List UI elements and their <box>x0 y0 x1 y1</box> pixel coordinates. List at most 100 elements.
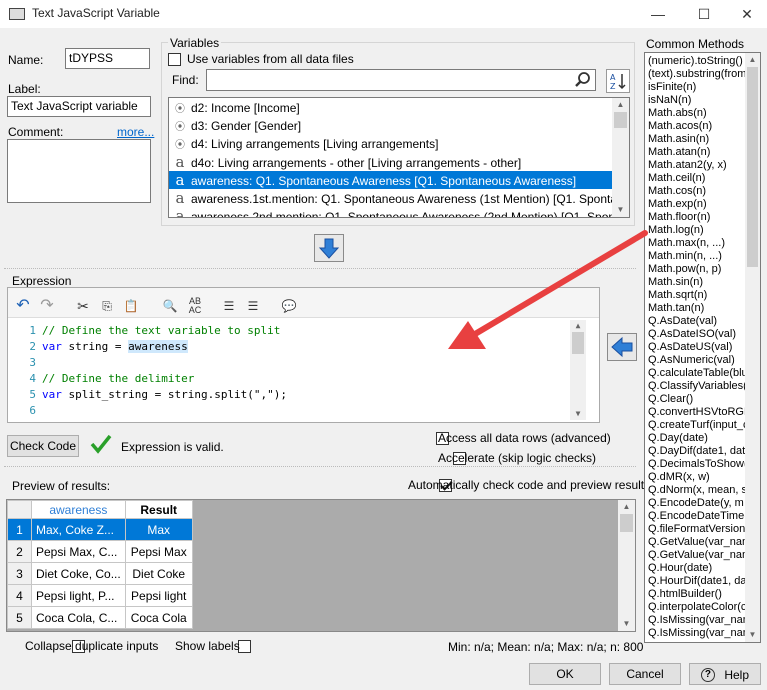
awareness-cell[interactable]: Pepsi light, P... <box>31 584 126 607</box>
table-row[interactable]: 1 Max, Coke Z... Max <box>7 518 193 541</box>
method-item[interactable]: Q.interpolateColor(co <box>645 601 745 614</box>
methods-scrollbar[interactable]: ▲ ▼ <box>745 53 760 642</box>
indent-icon[interactable]: ☰ <box>220 297 238 315</box>
method-item[interactable]: Q.GetValue(var_nam <box>645 549 745 562</box>
table-row[interactable]: 3 Diet Coke, Co... Diet Coke <box>7 562 193 585</box>
awareness-cell[interactable]: Pepsi Max, C... <box>31 540 126 563</box>
method-item[interactable]: Q.Day(date) <box>645 432 745 445</box>
row-number[interactable]: 1 <box>7 518 32 541</box>
maximize-button[interactable]: ☐ <box>684 2 724 26</box>
method-item[interactable]: Math.ceil(n) <box>645 172 745 185</box>
help-button[interactable]: ? Help <box>689 663 761 685</box>
outdent-icon[interactable]: ☰ <box>244 297 262 315</box>
variable-item[interactable]: a awareness.1st.mention: Q1. Spontaneous … <box>169 189 613 207</box>
table-row[interactable]: 4 Pepsi light, P... Pepsi light <box>7 584 193 607</box>
preview-grid[interactable]: awareness Result 1 Max, Coke Z... Max 2 Peps… <box>6 499 636 632</box>
method-item[interactable]: isNaN(n) <box>645 94 745 107</box>
method-item[interactable]: Q.dNorm(x, mean, sd <box>645 484 745 497</box>
more-link[interactable]: more... <box>117 125 154 139</box>
find-icon[interactable]: 🔍 <box>160 297 180 315</box>
label-input[interactable]: Text JavaScript variable <box>7 96 151 117</box>
table-row[interactable]: 5 Coca Cola, C... Coca Cola <box>7 606 193 629</box>
method-item[interactable]: Q.htmlBuilder() <box>645 588 745 601</box>
variable-item[interactable]: ⦿ d3: Gender [Gender] <box>169 117 613 135</box>
column-header[interactable]: Result <box>124 500 193 519</box>
awareness-cell[interactable]: Diet Coke, Co... <box>31 562 126 585</box>
copy-icon[interactable]: ⎘ <box>98 297 116 315</box>
result-cell[interactable]: Max <box>124 518 193 541</box>
code-line[interactable]: 4 // Define the delimiter <box>8 371 599 387</box>
method-item[interactable]: Q.AsDate(val) <box>645 315 745 328</box>
method-item[interactable]: Q.IsMissing(var_nam <box>645 627 745 640</box>
method-item[interactable]: isFinite(n) <box>645 81 745 94</box>
method-item[interactable]: Math.pow(n, p) <box>645 263 745 276</box>
method-item[interactable]: Q.IsMissing(var_nam <box>645 614 745 627</box>
method-item[interactable]: Q.GetValue(var_nam <box>645 536 745 549</box>
method-item[interactable]: (numeric).toString() <box>645 55 745 68</box>
find-input[interactable] <box>206 69 596 91</box>
code-line[interactable]: 5 var split_string = string.split(","); <box>8 387 599 403</box>
method-item[interactable]: Math.min(n, ...) <box>645 250 745 263</box>
replace-icon[interactable]: AB AC <box>184 297 206 315</box>
method-item[interactable]: Q.Clear() <box>645 393 745 406</box>
use-all-files-checkbox[interactable] <box>168 53 181 67</box>
method-item[interactable]: Q.dMR(x, w) <box>645 471 745 484</box>
row-number[interactable]: 2 <box>7 540 32 563</box>
close-button[interactable]: ✕ <box>727 2 767 26</box>
row-number[interactable]: 4 <box>7 584 32 607</box>
result-cell[interactable]: Pepsi Max <box>124 540 193 563</box>
method-item[interactable]: Math.acos(n) <box>645 120 745 133</box>
method-item[interactable]: Q.EncodeDateTime( <box>645 510 745 523</box>
row-number[interactable]: 3 <box>7 562 32 585</box>
check-code-button[interactable]: Check Code <box>7 435 79 457</box>
comment-icon[interactable]: 💬 <box>280 297 298 315</box>
sort-az-icon[interactable]: AZ <box>606 69 630 93</box>
result-cell[interactable]: Coca Cola <box>124 606 193 629</box>
method-item[interactable]: Math.sqrt(n) <box>645 289 745 302</box>
method-item[interactable]: Q.AsNumeric(val) <box>645 354 745 367</box>
cancel-button[interactable]: Cancel <box>609 663 681 685</box>
method-item[interactable]: Math.atan(n) <box>645 146 745 159</box>
preview-scrollbar[interactable]: ▲ ▼ <box>618 500 635 631</box>
awareness-cell[interactable]: Coca Cola, C... <box>31 606 126 629</box>
result-cell[interactable]: Diet Coke <box>124 562 193 585</box>
method-item[interactable]: Math.asin(n) <box>645 133 745 146</box>
variables-list[interactable]: ⦿ d2: Income [Income] ⦿ d3: Gender [Gender]… <box>168 97 630 218</box>
common-methods-list[interactable]: (numeric).toString() (text).substring(fro… <box>644 52 761 643</box>
cut-icon[interactable]: ✂ <box>74 297 92 315</box>
name-input[interactable]: tDYPSS <box>65 48 150 69</box>
method-item[interactable]: Math.atan2(y, x) <box>645 159 745 172</box>
method-item[interactable]: Q.convertHSVtoRGB <box>645 406 745 419</box>
method-item[interactable]: (text).substring(from, <box>645 68 745 81</box>
ok-button[interactable]: OK <box>529 663 601 685</box>
method-item[interactable]: Math.sin(n) <box>645 276 745 289</box>
method-item[interactable]: Q.calculateTable(blu <box>645 367 745 380</box>
method-item[interactable]: Math.floor(n) <box>645 211 745 224</box>
paste-icon[interactable]: 📋 <box>122 297 140 315</box>
method-item[interactable]: Math.tan(n) <box>645 302 745 315</box>
method-item[interactable]: Math.log(n) <box>645 224 745 237</box>
variable-item[interactable]: a awareness: Q1. Spontaneous Awareness [Q… <box>169 171 613 189</box>
search-icon[interactable] <box>573 70 593 90</box>
variable-item[interactable]: a d4o: Living arrangements - other [Livin… <box>169 153 613 171</box>
variable-item[interactable]: ⦿ d4: Living arrangements [Living arrange… <box>169 135 613 153</box>
method-item[interactable]: Q.AsDateISO(val) <box>645 328 745 341</box>
table-row[interactable]: 2 Pepsi Max, C... Pepsi Max <box>7 540 193 563</box>
method-item[interactable]: Math.exp(n) <box>645 198 745 211</box>
method-item[interactable]: Q.AsDateUS(val) <box>645 341 745 354</box>
method-item[interactable]: Math.max(n, ...) <box>645 237 745 250</box>
variable-item[interactable]: ⦿ d2: Income [Income] <box>169 99 613 117</box>
column-header[interactable]: awareness <box>31 500 126 519</box>
code-line[interactable]: 3 <box>8 355 599 371</box>
minimize-button[interactable]: — <box>638 2 678 26</box>
method-item[interactable]: Math.abs(n) <box>645 107 745 120</box>
row-number[interactable]: 5 <box>7 606 32 629</box>
comment-input[interactable] <box>7 139 151 203</box>
method-item[interactable]: Q.DayDif(date1, date <box>645 445 745 458</box>
method-item[interactable]: Q.createTurf(input_c <box>645 419 745 432</box>
awareness-cell[interactable]: Max, Coke Z... <box>31 518 126 541</box>
method-item[interactable]: Q.fileFormatVersion( <box>645 523 745 536</box>
method-item[interactable]: Math.cos(n) <box>645 185 745 198</box>
undo-icon[interactable]: ↶ <box>14 297 32 315</box>
method-item[interactable]: Q.EncodeDate(y, m <box>645 497 745 510</box>
